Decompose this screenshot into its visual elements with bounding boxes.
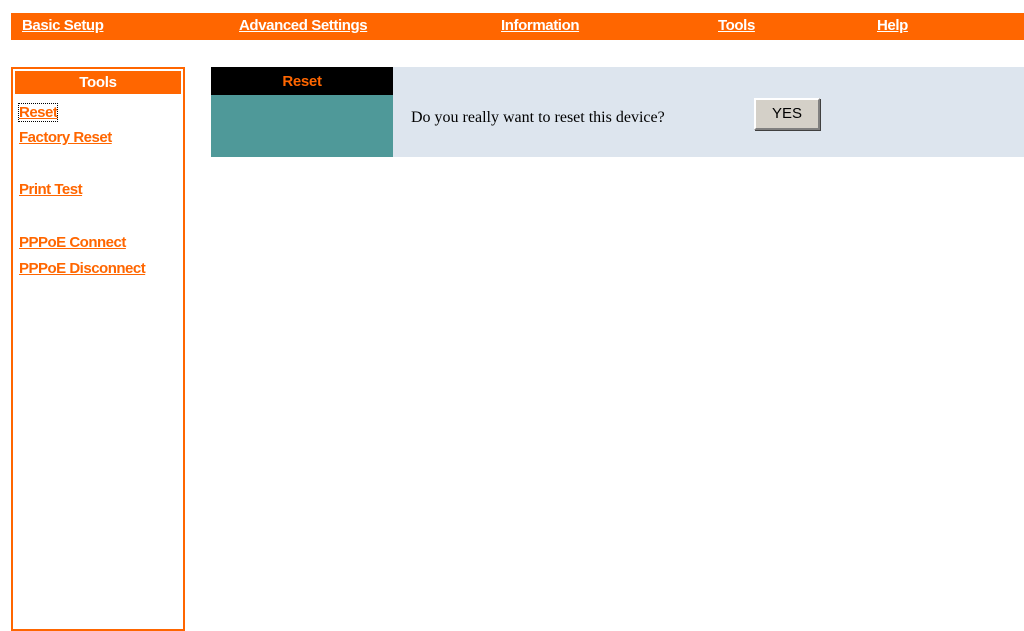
sidebar-title: Tools (15, 71, 181, 94)
nav-link-tools[interactable]: Tools (718, 17, 755, 34)
nav-link-information[interactable]: Information (501, 17, 579, 34)
sidebar-link-pppoe-connect[interactable]: PPPoE Connect (19, 234, 126, 251)
sidebar-link-print-test[interactable]: Print Test (19, 181, 83, 198)
sidebar-link-reset[interactable]: Reset (17, 103, 59, 122)
reset-question: Do you really want to reset this device? (411, 109, 665, 126)
nav-link-advanced-settings[interactable]: Advanced Settings (239, 17, 368, 34)
sidebar-link-factory-reset[interactable]: Factory Reset (19, 129, 112, 146)
sidebar-link-pppoe-disconnect[interactable]: PPPoE Disconnect (19, 260, 146, 277)
top-navigation-bar: Basic Setup Advanced Settings Informatio… (11, 13, 1024, 40)
section-label-cell (211, 95, 393, 157)
reset-confirmation-panel: Do you really want to reset this device?… (393, 67, 1024, 157)
nav-link-help[interactable]: Help (877, 17, 908, 34)
section-header: Reset (211, 67, 393, 95)
sidebar: Tools Reset Factory Reset Print Test PPP… (11, 67, 185, 631)
nav-link-basic-setup[interactable]: Basic Setup (22, 17, 104, 34)
yes-button[interactable]: YES (754, 98, 820, 130)
